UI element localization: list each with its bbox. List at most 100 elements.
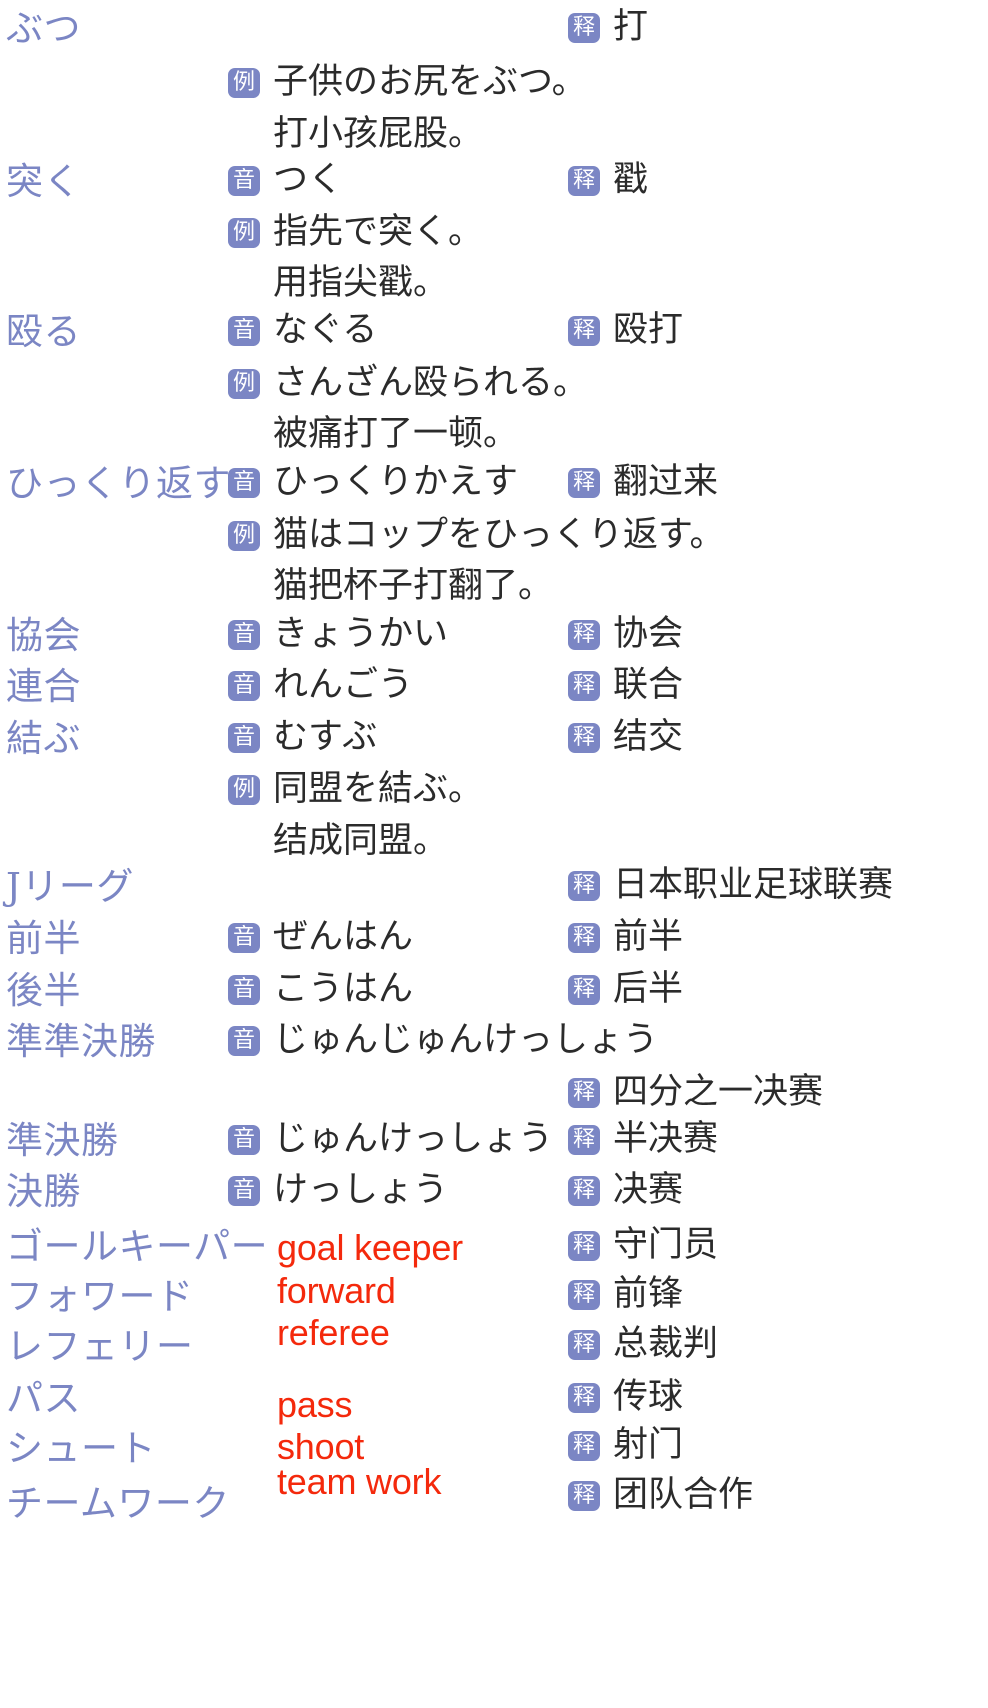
headword-j[interactable]: Jリーグ [6,868,134,905]
annotation-item: goal keeper [277,1227,463,1268]
example-row-item: 例子供のお尻をぶつ。 [228,65,587,100]
gloss-text: 传球 [613,1377,684,1417]
headword-item[interactable]: 結ぶ [6,720,81,757]
gloss-text: 打 [613,7,649,47]
reading-badge-icon: 音 [228,670,260,701]
gloss-row-item: 释传球 [568,1380,683,1415]
reading-row-item: 音むすぶ [228,720,377,755]
gloss-row-item: 释戳 [568,163,648,198]
reading-text: じゅんけっしょう [273,1119,554,1159]
gloss-badge-icon: 释 [568,1329,600,1360]
gloss-badge-icon: 释 [568,1230,600,1261]
example-sentence-ja: 同盟を結ぶ。 [273,769,484,809]
gloss-text: 联合 [613,665,684,705]
gloss-text: 射门 [613,1425,684,1465]
gloss-badge-icon: 释 [568,1430,600,1461]
reading-text: じゅんじゅんけっしょう [273,1020,659,1060]
reading-text: ひっくりかえす [273,462,519,502]
annotation-item: pass [277,1384,353,1425]
gloss-row-item: 释翻过来 [568,465,718,500]
reading-text: むすぶ [273,717,378,757]
reading-badge-icon: 音 [228,619,260,650]
gloss-badge-icon: 释 [568,1480,600,1511]
reading-row-item: 音ひっくりかえす [228,465,518,500]
example-badge-icon: 例 [228,217,260,248]
reading-row-item: 音ぜんはん [228,920,413,955]
headword-item[interactable]: 準準決勝 [6,1023,156,1060]
example-translation-zh-item: 用指尖戳。 [273,263,449,303]
gloss-text: 守门员 [613,1225,719,1265]
gloss-text: 协会 [613,614,684,654]
example-badge-icon: 例 [228,774,260,805]
headword-item[interactable]: シュート [6,1430,156,1467]
gloss-text: 前锋 [613,1274,684,1314]
gloss-badge-icon: 释 [568,1077,600,1108]
reading-badge-icon: 音 [228,974,260,1005]
gloss-row-item: 释联合 [568,668,683,703]
reading-badge-icon: 音 [228,1025,260,1056]
headword-item[interactable]: 殴る [6,313,81,350]
gloss-text: 半决赛 [613,1119,719,1159]
headword-item[interactable]: 後半 [6,972,81,1009]
headword-item[interactable]: パス [6,1380,81,1417]
reading-badge-icon: 音 [228,1175,260,1206]
gloss-badge-icon: 释 [568,1124,600,1155]
headword-item[interactable]: 協会 [6,617,81,654]
headword-item[interactable]: 前半 [6,920,81,957]
gloss-row-item: 释打 [568,10,648,45]
example-translation-zh-item: 猫把杯子打翻了。 [273,566,554,606]
gloss-badge-icon: 释 [568,1382,600,1413]
example-sentence-ja: 猫はコップをひっくり返す。 [273,515,725,555]
gloss-badge-icon: 释 [568,467,600,498]
gloss-text: 殴打 [613,310,684,350]
gloss-badge-icon: 释 [568,870,600,901]
annotation-item: forward [277,1270,396,1311]
reading-row-item: 音つく [228,163,343,198]
headword-item[interactable]: レフェリー [6,1328,194,1365]
example-sentence-ja: 指先で突く。 [273,212,484,252]
reading-row-item: 音じゅんけっしょう [228,1122,553,1157]
gloss-text: 总裁判 [613,1324,719,1364]
headword-item[interactable]: ゴールキーパー [6,1228,268,1265]
gloss-row-item: 释结交 [568,720,683,755]
example-row-item: 例指先で突く。 [228,215,483,250]
example-sentence-ja: 子供のお尻をぶつ。 [273,62,587,102]
gloss-row-j: 释日本职业足球联赛 [568,868,893,903]
example-row-item: 例猫はコップをひっくり返す。 [228,518,725,553]
headword-item[interactable]: フォワード [6,1278,194,1315]
gloss-text: 前半 [613,917,684,957]
headword-item[interactable]: チームワーク [6,1485,230,1522]
reading-badge-icon: 音 [228,467,260,498]
reading-text: こうはん [273,969,414,1009]
gloss-badge-icon: 释 [568,1175,600,1206]
gloss-badge-icon: 释 [568,1279,600,1310]
gloss-text: 戳 [613,160,649,200]
vocabulary-sheet: ぶつ释打例子供のお尻をぶつ。 打小孩屁股。 突く音つく释戳例指先で突く。 用指尖戳。殴… [0,0,988,1708]
headword-item[interactable]: 決勝 [6,1173,81,1210]
example-translation-zh-item: 打小孩屁股。 [273,114,484,154]
gloss-text: 四分之一决赛 [613,1072,824,1112]
reading-row-item: 音こうはん [228,972,413,1007]
headword-item[interactable]: 連合 [6,668,81,705]
gloss-badge-icon: 释 [568,165,600,196]
headword-item[interactable]: 突く [6,163,81,200]
gloss-text: 决赛 [613,1170,684,1210]
headword-item[interactable]: 準決勝 [6,1122,119,1159]
gloss-row-item: 释后半 [568,972,683,1007]
gloss-row-item: 释射门 [568,1428,683,1463]
gloss-row-item: 释前锋 [568,1277,683,1312]
example-translation-zh-item: 结成同盟。 [273,821,449,861]
reading-row-item: 音きょうかい [228,617,448,652]
gloss-row-item: 释守门员 [568,1228,718,1263]
gloss-text: 团队合作 [613,1475,754,1515]
reading-badge-icon: 音 [228,1124,260,1155]
reading-row-item: 音じゅんじゅんけっしょう [228,1023,658,1058]
reading-text: つく [273,160,344,200]
reading-text: きょうかい [273,614,449,654]
reading-row-item: 音なぐる [228,313,377,348]
headword-item[interactable]: ひっくり返す [6,465,231,502]
headword-item[interactable]: ぶつ [6,10,81,47]
gloss-row-item: 释半决赛 [568,1122,718,1157]
annotation-item: referee [277,1312,390,1353]
reading-row-item: 音けっしょう [228,1173,448,1208]
